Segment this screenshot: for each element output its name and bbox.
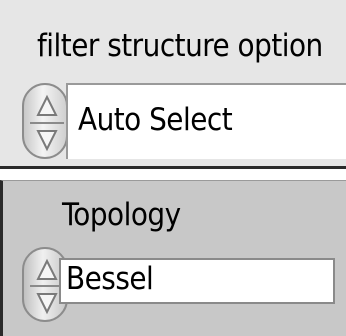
filter-structure-increment-decrement[interactable] bbox=[22, 83, 68, 159]
topology-label: Topology bbox=[62, 197, 181, 233]
filter-structure-value[interactable]: Auto Select bbox=[78, 100, 233, 140]
control-panel: filter structure option Auto Select Topo… bbox=[0, 0, 346, 336]
triangle-up-icon[interactable] bbox=[36, 258, 58, 280]
triangle-down-icon[interactable] bbox=[36, 293, 58, 315]
triangle-down-icon[interactable] bbox=[36, 130, 58, 152]
filter-structure-label: filter structure option bbox=[37, 28, 323, 64]
topology-value[interactable]: Bessel bbox=[66, 259, 154, 299]
triangle-up-icon[interactable] bbox=[36, 94, 58, 116]
